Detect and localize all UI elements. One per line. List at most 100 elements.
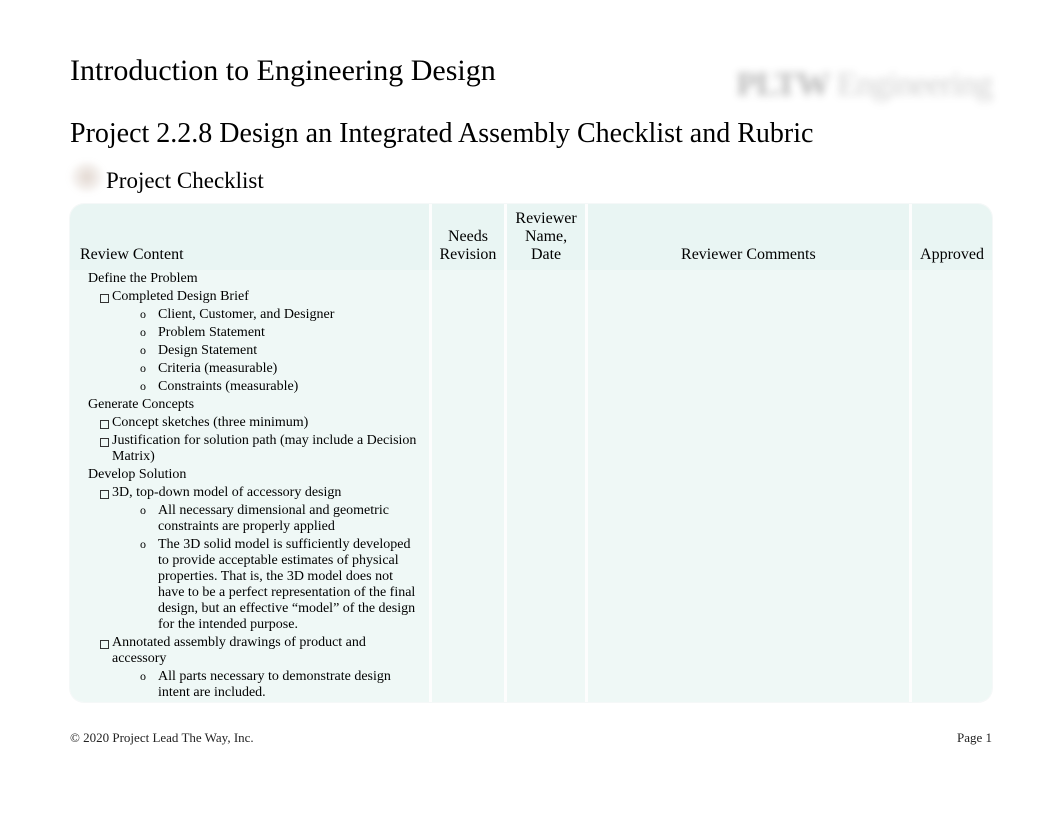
reviewer-name-cell (506, 502, 586, 536)
approved-cell (911, 668, 992, 702)
review-item: Develop Solution (78, 467, 421, 483)
col-header-review: Review Content (70, 204, 430, 270)
review-item: Design Statement (78, 343, 421, 359)
review-item: Problem Statement (78, 325, 421, 341)
approved-cell (911, 288, 992, 306)
review-content-cell: Develop Solution (70, 466, 430, 484)
review-item: 3D, top-down model of accessory design (78, 485, 421, 501)
reviewer-name-cell (506, 668, 586, 702)
table-row: Design Statement (70, 342, 992, 360)
review-item: Constraints (measurable) (78, 379, 421, 395)
table-row: All necessary dimensional and geometric … (70, 502, 992, 536)
reviewer-comments-cell (586, 502, 910, 536)
reviewer-comments-cell (586, 634, 910, 668)
approved-cell (911, 342, 992, 360)
review-item: Define the Problem (78, 271, 421, 287)
section-title: Project Checklist (106, 168, 264, 193)
reviewer-comments-cell (586, 432, 910, 466)
reviewer-comments-cell (586, 466, 910, 484)
footer-copyright: © 2020 Project Lead The Way, Inc. (70, 730, 254, 746)
reviewer-comments-cell (586, 414, 910, 432)
reviewer-name-cell (506, 324, 586, 342)
review-item: Justification for solution path (may inc… (78, 433, 421, 465)
table-row: Constraints (measurable) (70, 378, 992, 396)
table-row: Annotated assembly drawings of product a… (70, 634, 992, 668)
review-content-cell: Justification for solution path (may inc… (70, 432, 430, 466)
reviewer-name-cell (506, 634, 586, 668)
reviewer-comments-cell (586, 324, 910, 342)
logo-light: Engineering (837, 66, 992, 103)
needs-revision-cell (430, 414, 506, 432)
table-row: The 3D solid model is sufficiently devel… (70, 536, 992, 634)
review-content-cell: 3D, top-down model of accessory design (70, 484, 430, 502)
reviewer-comments-cell (586, 306, 910, 324)
table-row: Completed Design Brief (70, 288, 992, 306)
review-item: Completed Design Brief (78, 289, 421, 305)
approved-cell (911, 324, 992, 342)
table-row: All parts necessary to demonstrate desig… (70, 668, 992, 702)
review-item: All parts necessary to demonstrate desig… (78, 669, 421, 701)
table-row: Criteria (measurable) (70, 360, 992, 378)
needs-revision-cell (430, 668, 506, 702)
review-content-cell: All necessary dimensional and geometric … (70, 502, 430, 536)
needs-revision-cell (430, 536, 506, 634)
review-content-cell: Constraints (measurable) (70, 378, 430, 396)
col-header-approved: Approved (911, 204, 992, 270)
table-header-row: Review Content Needs Revision Reviewer N… (70, 204, 992, 270)
approved-cell (911, 536, 992, 634)
review-item: Generate Concepts (78, 397, 421, 413)
reviewer-name-cell (506, 342, 586, 360)
approved-cell (911, 432, 992, 466)
table-row: Generate Concepts (70, 396, 992, 414)
table-row: Define the Problem (70, 270, 992, 288)
needs-revision-cell (430, 484, 506, 502)
reviewer-comments-cell (586, 396, 910, 414)
review-content-cell: Define the Problem (70, 270, 430, 288)
decorative-blob (70, 162, 104, 192)
brand-logo: PLTW Engineering (736, 66, 992, 104)
logo-bold: PLTW (736, 66, 829, 103)
review-content-cell: Criteria (measurable) (70, 360, 430, 378)
review-content-cell: All parts necessary to demonstrate desig… (70, 668, 430, 702)
review-content-cell: Completed Design Brief (70, 288, 430, 306)
reviewer-comments-cell (586, 378, 910, 396)
reviewer-name-cell (506, 270, 586, 288)
checklist-table: Review Content Needs Revision Reviewer N… (70, 204, 992, 702)
section-heading: Project Checklist (106, 168, 992, 194)
review-item: Concept sketches (three minimum) (78, 415, 421, 431)
reviewer-comments-cell (586, 536, 910, 634)
page-footer: © 2020 Project Lead The Way, Inc. Page 1 (70, 730, 992, 746)
table-row: Problem Statement (70, 324, 992, 342)
reviewer-comments-cell (586, 360, 910, 378)
table-body: Define the Problem Completed Design Brief… (70, 270, 992, 702)
approved-cell (911, 378, 992, 396)
reviewer-comments-cell (586, 288, 910, 306)
approved-cell (911, 414, 992, 432)
reviewer-comments-cell (586, 270, 910, 288)
footer-page: Page 1 (957, 730, 992, 746)
review-item: Criteria (measurable) (78, 361, 421, 377)
reviewer-name-cell (506, 466, 586, 484)
reviewer-comments-cell (586, 668, 910, 702)
review-item: Annotated assembly drawings of product a… (78, 635, 421, 667)
review-item: All necessary dimensional and geometric … (78, 503, 421, 535)
approved-cell (911, 306, 992, 324)
review-content-cell: Design Statement (70, 342, 430, 360)
needs-revision-cell (430, 378, 506, 396)
reviewer-name-cell (506, 536, 586, 634)
needs-revision-cell (430, 466, 506, 484)
reviewer-name-cell (506, 396, 586, 414)
review-item: The 3D solid model is sufficiently devel… (78, 537, 421, 633)
review-content-cell: The 3D solid model is sufficiently devel… (70, 536, 430, 634)
table-row: Develop Solution (70, 466, 992, 484)
reviewer-name-cell (506, 484, 586, 502)
needs-revision-cell (430, 324, 506, 342)
page-subtitle: Project 2.2.8 Design an Integrated Assem… (70, 118, 992, 150)
col-header-needs: Needs Revision (430, 204, 506, 270)
table-row: Justification for solution path (may inc… (70, 432, 992, 466)
approved-cell (911, 396, 992, 414)
approved-cell (911, 270, 992, 288)
col-header-comments: Reviewer Comments (586, 204, 910, 270)
approved-cell (911, 484, 992, 502)
reviewer-name-cell (506, 306, 586, 324)
